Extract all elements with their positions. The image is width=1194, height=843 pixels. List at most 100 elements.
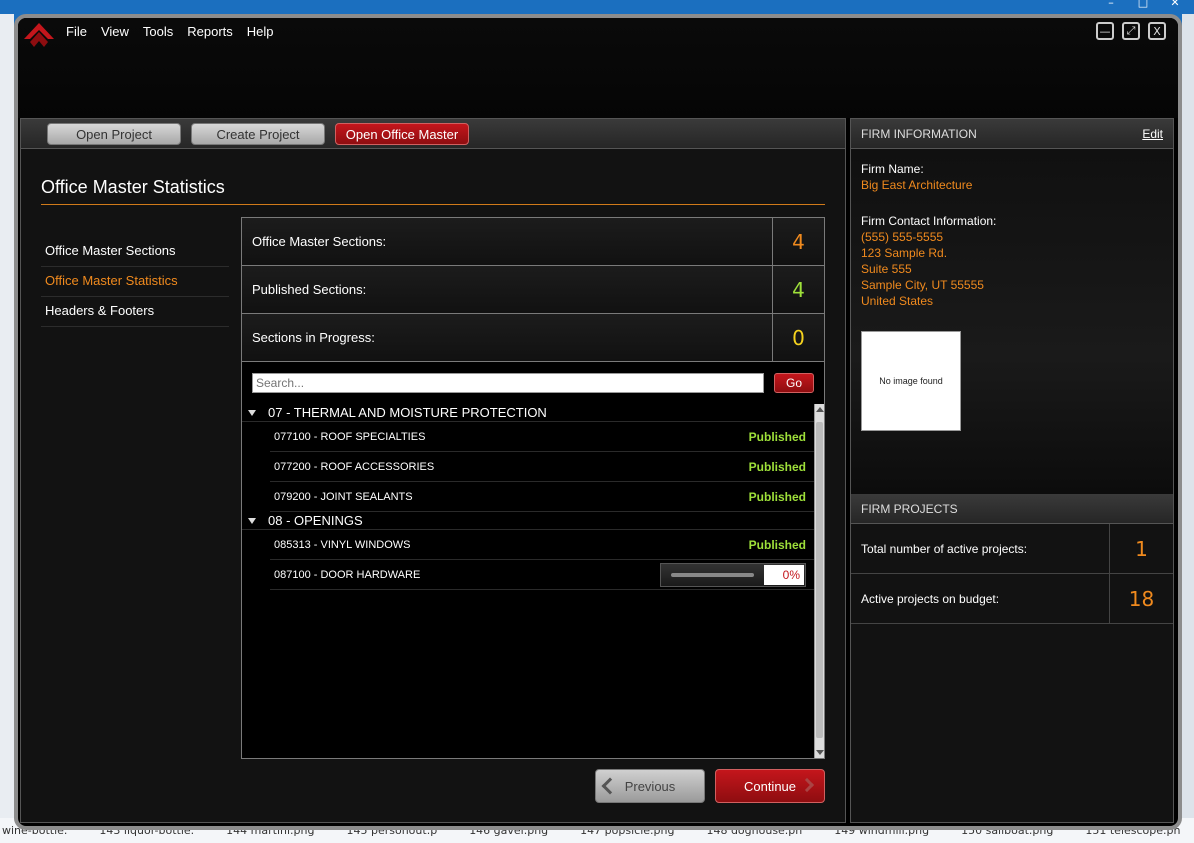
chevron-right-icon: [799, 777, 815, 793]
stat-value: 0: [772, 314, 824, 361]
search-input[interactable]: [252, 373, 764, 393]
firm-logo-placeholder: No image found: [861, 331, 961, 431]
nav-office-master-sections[interactable]: Office Master Sections: [41, 237, 229, 267]
host-close-button[interactable]: ✕: [1162, 0, 1188, 10]
side-nav: Office Master Sections Office Master Sta…: [41, 237, 229, 327]
group-label: 07 - THERMAL AND MOISTURE PROTECTION: [268, 405, 547, 420]
desktop-background: – □ ✕: [0, 0, 1194, 14]
menu-view[interactable]: View: [101, 24, 129, 39]
firm-info-header: FIRM INFORMATION Edit: [851, 119, 1173, 149]
wizard-nav: Previous Continue: [595, 769, 825, 803]
host-minimize-button[interactable]: –: [1098, 0, 1124, 10]
statistics-panel: Office Master Sections: 4 Published Sect…: [241, 217, 825, 759]
menu-bar: File View Tools Reports Help: [66, 24, 274, 39]
previous-button[interactable]: Previous: [595, 769, 705, 803]
section-name: 077200 - ROOF ACCESSORIES: [274, 460, 435, 473]
project-toolbar: Open Project Create Project Open Office …: [21, 119, 845, 149]
stat-label: Office Master Sections:: [252, 234, 387, 249]
project-stat-value: 18: [1109, 574, 1173, 623]
project-stat-value: 1: [1109, 524, 1173, 573]
menu-tools[interactable]: Tools: [143, 24, 173, 39]
firm-projects-title: FIRM PROJECTS: [861, 501, 958, 516]
progress-track: [671, 572, 754, 577]
section-name: 079200 - JOINT SEALANTS: [274, 490, 413, 503]
firm-info-body: Firm Name: Big East Architecture Firm Co…: [851, 149, 1173, 494]
section-name: 087100 - DOOR HARDWARE: [274, 568, 421, 581]
tree-section-row[interactable]: 077100 - ROOF SPECIALTIES Published: [270, 422, 814, 452]
window-controls: — ⤢ X: [1096, 22, 1166, 40]
stat-row: Office Master Sections: 4: [242, 218, 824, 266]
project-stat-row: Active projects on budget: 18: [851, 574, 1173, 624]
menu-reports[interactable]: Reports: [187, 24, 233, 39]
section-tree: 07 - THERMAL AND MOISTURE PROTECTION 077…: [242, 404, 814, 758]
progress-percent: 0%: [764, 564, 804, 585]
project-stat-label: Total number of active projects:: [861, 541, 1028, 556]
status-badge: Published: [748, 429, 806, 444]
go-button[interactable]: Go: [774, 373, 814, 393]
expand-triangle-icon[interactable]: [248, 409, 256, 416]
firm-phone: (555) 555-5555: [861, 230, 944, 244]
edit-firm-link[interactable]: Edit: [1142, 127, 1163, 141]
progress-bar: 0%: [660, 562, 806, 587]
section-name: 085313 - VINYL WINDOWS: [274, 538, 411, 551]
firm-projects-header: FIRM PROJECTS: [851, 494, 1173, 524]
maximize-button[interactable]: ⤢: [1122, 22, 1140, 40]
search-bar: Go: [242, 362, 824, 404]
group-label: 08 - OPENINGS: [268, 513, 363, 528]
desktop-right-strip: [1182, 14, 1194, 843]
firm-name-label: Firm Name:: [861, 162, 924, 176]
app-logo-icon: [24, 23, 54, 47]
continue-label: Continue: [743, 778, 797, 794]
page-title: Office Master Statistics: [41, 177, 225, 197]
firm-contact-label: Firm Contact Information:: [861, 214, 997, 228]
firm-info-title: FIRM INFORMATION: [861, 126, 977, 141]
open-project-button[interactable]: Open Project: [47, 123, 181, 145]
tree-section-row[interactable]: 085313 - VINYL WINDOWS Published: [270, 530, 814, 560]
firm-country: United States: [861, 294, 934, 308]
desktop-left-strip: [0, 14, 14, 843]
firm-address-line: Sample City, UT 55555: [861, 278, 984, 292]
vertical-scrollbar[interactable]: [814, 404, 824, 758]
project-stat-row: Total number of active projects: 1: [851, 524, 1173, 574]
main-panel: Open Project Create Project Open Office …: [20, 118, 846, 823]
title-bar: File View Tools Reports Help — ⤢ X: [18, 18, 1178, 118]
nav-headers-footers[interactable]: Headers & Footers: [41, 297, 229, 327]
firm-name-value: Big East Architecture: [861, 178, 973, 192]
menu-file[interactable]: File: [66, 24, 87, 39]
tree-section-row[interactable]: 077200 - ROOF ACCESSORIES Published: [270, 452, 814, 482]
scroll-thumb[interactable]: [816, 422, 823, 738]
firm-address-line: 123 Sample Rd.: [861, 246, 948, 260]
tree-section-row[interactable]: 087100 - DOOR HARDWARE 0%: [270, 560, 814, 590]
project-stat-label: Active projects on budget:: [861, 591, 1000, 606]
status-badge: Published: [748, 489, 806, 504]
stat-row: Sections in Progress: 0: [242, 314, 824, 362]
stat-value: 4: [772, 266, 824, 313]
title-divider: [41, 204, 825, 205]
create-project-button[interactable]: Create Project: [191, 123, 325, 145]
nav-office-master-statistics[interactable]: Office Master Statistics: [41, 267, 229, 297]
stat-label: Sections in Progress:: [252, 330, 375, 345]
scroll-down-icon[interactable]: [816, 750, 824, 755]
stat-label: Published Sections:: [252, 282, 367, 297]
close-button[interactable]: X: [1148, 22, 1166, 40]
status-badge: Published: [748, 537, 806, 552]
tree-group[interactable]: 07 - THERMAL AND MOISTURE PROTECTION: [242, 404, 814, 422]
menu-help[interactable]: Help: [247, 24, 274, 39]
firm-panel: FIRM INFORMATION Edit Firm Name: Big Eas…: [850, 118, 1174, 823]
expand-triangle-icon[interactable]: [248, 517, 256, 524]
tree-section-row[interactable]: 079200 - JOINT SEALANTS Published: [270, 482, 814, 512]
previous-label: Previous: [624, 778, 676, 794]
minimize-button[interactable]: —: [1096, 22, 1114, 40]
tree-group[interactable]: 08 - OPENINGS: [242, 512, 814, 530]
status-badge: Published: [748, 459, 806, 474]
continue-button[interactable]: Continue: [715, 769, 825, 803]
open-office-master-button[interactable]: Open Office Master: [335, 123, 469, 145]
app-window: File View Tools Reports Help — ⤢ X Open …: [14, 14, 1182, 830]
firm-address-line: Suite 555: [861, 262, 912, 276]
host-maximize-button[interactable]: □: [1130, 0, 1156, 10]
stat-value: 4: [772, 218, 824, 265]
scroll-up-icon[interactable]: [816, 407, 824, 412]
host-window-controls: – □ ✕: [1098, 0, 1188, 10]
chevron-left-icon: [601, 777, 619, 795]
section-name: 077100 - ROOF SPECIALTIES: [274, 430, 426, 443]
